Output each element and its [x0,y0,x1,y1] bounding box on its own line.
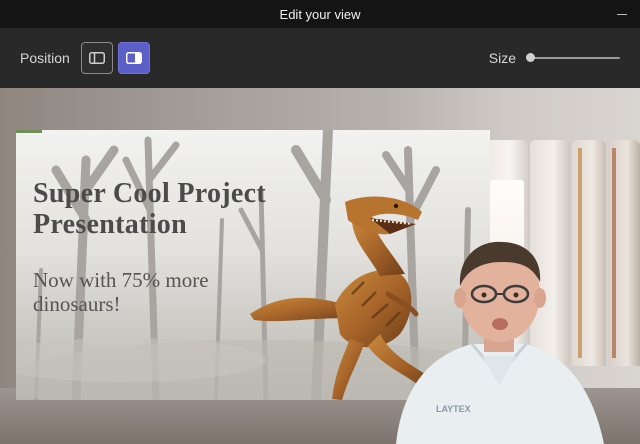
position-left-button[interactable] [80,42,113,74]
size-slider-track [528,57,620,59]
shelf-accent [612,148,616,358]
layout-left-panel-icon [88,52,105,64]
minimize-icon[interactable] [616,8,628,20]
layout-right-panel-icon [125,52,142,64]
size-slider[interactable] [526,50,620,66]
size-slider-thumb[interactable] [526,53,535,62]
slide-accent-bar [16,130,42,133]
position-label: Position [20,50,70,66]
window-title: Edit your view [279,6,361,22]
toolbar: Position Size [0,28,640,88]
title-bar: Edit your view [0,0,640,28]
position-right-button[interactable] [117,42,150,74]
presenter-video: LAYTEX [396,241,604,444]
video-preview: Super Cool Project Presentation Now with… [0,88,640,444]
shirt-logo: LAYTEX [436,404,471,414]
slide-subtitle: Now with 75% more dinosaurs! [33,268,209,316]
size-label: Size [488,50,516,66]
